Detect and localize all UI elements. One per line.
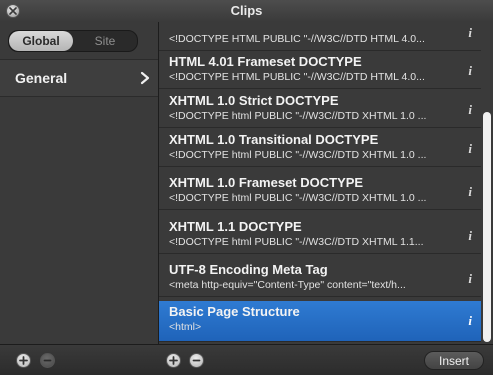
clips-list: <!DOCTYPE HTML PUBLIC "-//W3C//DTD HTML … xyxy=(159,22,481,344)
tab-site[interactable]: Site xyxy=(73,31,137,51)
clip-row[interactable]: UTF-8 Encoding Meta Tag <meta http-equiv… xyxy=(159,259,481,297)
info-icon[interactable]: i xyxy=(468,63,472,79)
bottom-toolbar: Insert xyxy=(0,344,493,375)
clip-snippet: <meta http-equiv="Content-Type" content=… xyxy=(169,279,406,291)
clip-row[interactable]: HTML 4.01 Frameset DOCTYPE <!DOCTYPE HTM… xyxy=(159,51,481,89)
info-icon[interactable]: i xyxy=(468,25,472,41)
scope-segmented-control: Global Site xyxy=(8,30,138,52)
tab-global[interactable]: Global xyxy=(9,31,73,51)
category-label: General xyxy=(15,70,68,86)
clip-row-selected[interactable]: Basic Page Structure <html> i xyxy=(159,301,481,342)
add-category-button[interactable] xyxy=(16,353,31,368)
clip-name: UTF-8 Encoding Meta Tag xyxy=(169,262,328,277)
clip-snippet: <!DOCTYPE html PUBLIC "-//W3C//DTD XHTML… xyxy=(169,192,427,204)
info-icon[interactable]: i xyxy=(468,271,472,287)
clip-name: XHTML 1.0 Strict DOCTYPE xyxy=(169,93,339,108)
clip-snippet: <!DOCTYPE HTML PUBLIC "-//W3C//DTD HTML … xyxy=(169,33,425,45)
vertical-scrollbar[interactable] xyxy=(481,22,493,344)
category-item-general[interactable]: General xyxy=(0,59,158,97)
window-title: Clips xyxy=(230,3,263,18)
remove-category-button[interactable] xyxy=(40,353,55,368)
plus-icon xyxy=(19,356,28,365)
clip-name: Basic Page Structure xyxy=(169,304,300,319)
scrollbar-thumb[interactable] xyxy=(483,112,491,342)
clip-snippet: <!DOCTYPE html PUBLIC "-//W3C//DTD XHTML… xyxy=(169,149,427,161)
clip-snippet: <html> xyxy=(169,321,202,333)
minus-icon xyxy=(192,359,201,362)
remove-clip-button[interactable] xyxy=(189,353,204,368)
clip-row[interactable]: XHTML 1.1 DOCTYPE <!DOCTYPE html PUBLIC … xyxy=(159,216,481,254)
clip-row[interactable]: XHTML 1.0 Transitional DOCTYPE <!DOCTYPE… xyxy=(159,129,481,167)
info-icon[interactable]: i xyxy=(468,228,472,244)
info-icon[interactable]: i xyxy=(468,184,472,200)
clip-row[interactable]: XHTML 1.0 Strict DOCTYPE <!DOCTYPE html … xyxy=(159,90,481,128)
clip-snippet: <!DOCTYPE HTML PUBLIC "-//W3C//DTD HTML … xyxy=(169,71,425,83)
clip-snippet: <!DOCTYPE html PUBLIC "-//W3C//DTD XHTML… xyxy=(169,110,427,122)
add-clip-button[interactable] xyxy=(166,353,181,368)
clips-window: Clips Global Site General <!DOCTYPE HTML… xyxy=(0,0,493,375)
clip-name: XHTML 1.0 Transitional DOCTYPE xyxy=(169,132,379,147)
clip-row[interactable]: <!DOCTYPE HTML PUBLIC "-//W3C//DTD HTML … xyxy=(159,22,481,51)
clip-name: XHTML 1.1 DOCTYPE xyxy=(169,219,302,234)
clip-name: HTML 4.01 Frameset DOCTYPE xyxy=(169,54,362,69)
insert-button[interactable]: Insert xyxy=(424,351,484,370)
category-sidebar: Global Site General xyxy=(0,22,159,344)
title-bar: Clips xyxy=(0,0,493,23)
info-icon[interactable]: i xyxy=(468,313,472,329)
plus-icon xyxy=(169,356,178,365)
clip-row[interactable]: XHTML 1.0 Frameset DOCTYPE <!DOCTYPE htm… xyxy=(159,172,481,210)
clip-name: XHTML 1.0 Frameset DOCTYPE xyxy=(169,175,364,190)
clip-snippet: <!DOCTYPE html PUBLIC "-//W3C//DTD XHTML… xyxy=(169,236,424,248)
chevron-right-icon xyxy=(140,71,150,85)
minus-icon xyxy=(43,359,52,362)
info-icon[interactable]: i xyxy=(468,102,472,118)
info-icon[interactable]: i xyxy=(468,141,472,157)
